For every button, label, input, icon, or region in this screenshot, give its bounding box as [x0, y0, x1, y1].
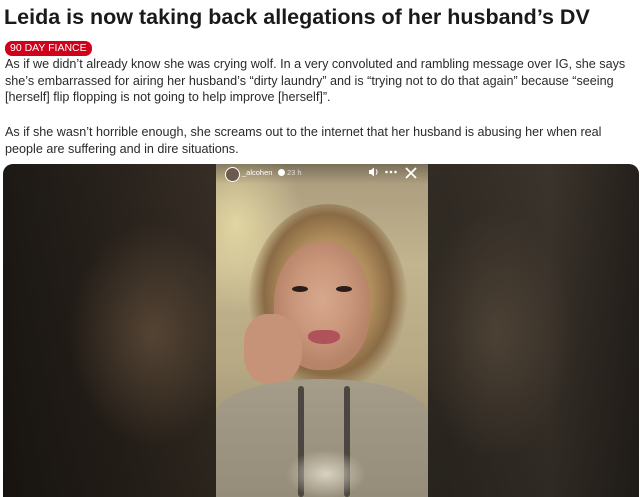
reddit-post: Leida is now taking back allegations of … — [0, 0, 640, 497]
media-blur-background-right — [426, 164, 639, 497]
post-body-paragraph: As if she wasn’t horrible enough, she sc… — [5, 125, 602, 156]
post-flair[interactable]: 90 DAY FIANCE — [5, 41, 92, 56]
verified-badge-icon — [278, 169, 285, 176]
story-person-lips — [308, 330, 340, 344]
hoodie-print — [276, 444, 376, 497]
post-media[interactable]: _alcohen 23 h — [3, 164, 639, 497]
story-person-eye — [336, 286, 352, 292]
story-timestamp: 23 h — [287, 168, 302, 177]
post-title[interactable]: Leida is now taking back allegations of … — [4, 4, 638, 31]
instagram-story-screenshot: _alcohen 23 h — [216, 164, 428, 497]
story-header: _alcohen 23 h — [216, 164, 428, 184]
story-person-eye — [292, 286, 308, 292]
close-icon[interactable] — [403, 166, 419, 180]
story-avatar[interactable] — [225, 167, 240, 182]
story-username[interactable]: _alcohen — [242, 168, 272, 178]
more-options-icon[interactable] — [384, 166, 398, 180]
post-body-paragraph: As if we didn’t already know she was cry… — [5, 57, 626, 104]
volume-icon[interactable] — [368, 166, 380, 180]
media-blur-background-left — [3, 164, 216, 497]
story-person-hand — [244, 314, 302, 384]
